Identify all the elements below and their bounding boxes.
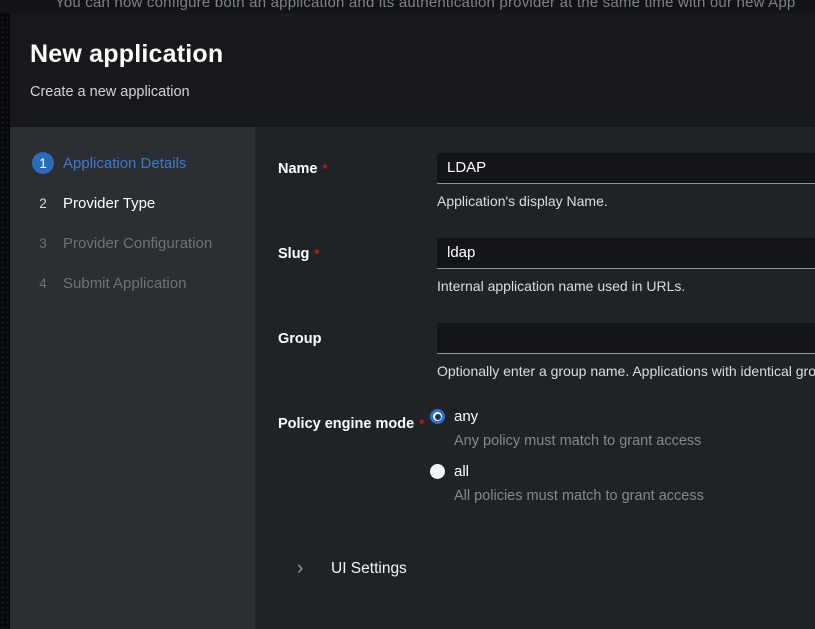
policy-mode-option-all[interactable]: all <box>430 463 815 480</box>
new-application-modal: New application Create a new application… <box>10 13 815 629</box>
required-asterisk: * <box>314 246 319 261</box>
wizard-step-provider-configuration: 3 Provider Configuration <box>10 223 255 263</box>
notification-banner: You can now configure both an applicatio… <box>0 0 815 13</box>
form-row-name: Name* Application's display Name. <box>278 153 815 210</box>
modal-body: 1 Application Details 2 Provider Type 3 … <box>10 127 815 629</box>
modal-header: New application Create a new application <box>10 13 815 127</box>
slug-help-text: Internal application name used in URLs. <box>437 278 815 295</box>
slug-input[interactable] <box>437 238 815 269</box>
ui-settings-label: UI Settings <box>331 560 407 578</box>
banner-text: You can now configure both an applicatio… <box>55 0 795 11</box>
form-row-group: Group Optionally enter a group name. App… <box>278 323 815 380</box>
policy-engine-mode-label: Policy engine mode* <box>278 408 437 518</box>
step-label: Provider Configuration <box>63 235 212 252</box>
step-number-badge: 4 <box>32 272 54 294</box>
application-details-form: Name* Application's display Name. Slug* … <box>255 127 815 629</box>
form-row-slug: Slug* Internal application name used in … <box>278 238 815 295</box>
slug-label: Slug* <box>278 238 437 295</box>
group-help-text: Optionally enter a group name. Applicati… <box>437 363 815 380</box>
group-label: Group <box>278 323 437 380</box>
required-asterisk: * <box>419 416 424 431</box>
step-number-badge: 2 <box>32 192 54 214</box>
modal-subtitle: Create a new application <box>30 84 815 100</box>
step-label: Application Details <box>63 155 186 172</box>
radio-any-help-text: Any policy must match to grant access <box>454 433 815 450</box>
name-help-text: Application's display Name. <box>437 193 815 210</box>
radio-all-help-text: All policies must match to grant access <box>454 488 815 505</box>
policy-mode-option-any[interactable]: any <box>430 408 815 425</box>
wizard-step-provider-type[interactable]: 2 Provider Type <box>10 183 255 223</box>
wizard-step-application-details[interactable]: 1 Application Details <box>10 143 255 183</box>
name-label: Name* <box>278 153 437 210</box>
group-input[interactable] <box>437 323 815 354</box>
wizard-step-submit-application: 4 Submit Application <box>10 263 255 303</box>
ui-settings-expander[interactable]: › UI Settings <box>278 560 815 578</box>
step-label: Submit Application <box>63 275 186 292</box>
radio-any[interactable] <box>430 409 445 424</box>
form-row-policy-engine-mode: Policy engine mode* any Any policy must … <box>278 408 815 518</box>
step-label: Provider Type <box>63 195 155 212</box>
wizard-nav: 1 Application Details 2 Provider Type 3 … <box>10 127 255 629</box>
radio-all[interactable] <box>430 464 445 479</box>
required-asterisk: * <box>323 161 328 176</box>
radio-all-label[interactable]: all <box>454 463 469 480</box>
modal-title: New application <box>30 40 815 69</box>
step-number-badge: 1 <box>32 152 54 174</box>
step-number-badge: 3 <box>32 232 54 254</box>
chevron-right-icon[interactable]: › <box>297 563 309 575</box>
radio-any-label[interactable]: any <box>454 408 478 425</box>
name-input[interactable] <box>437 153 815 184</box>
